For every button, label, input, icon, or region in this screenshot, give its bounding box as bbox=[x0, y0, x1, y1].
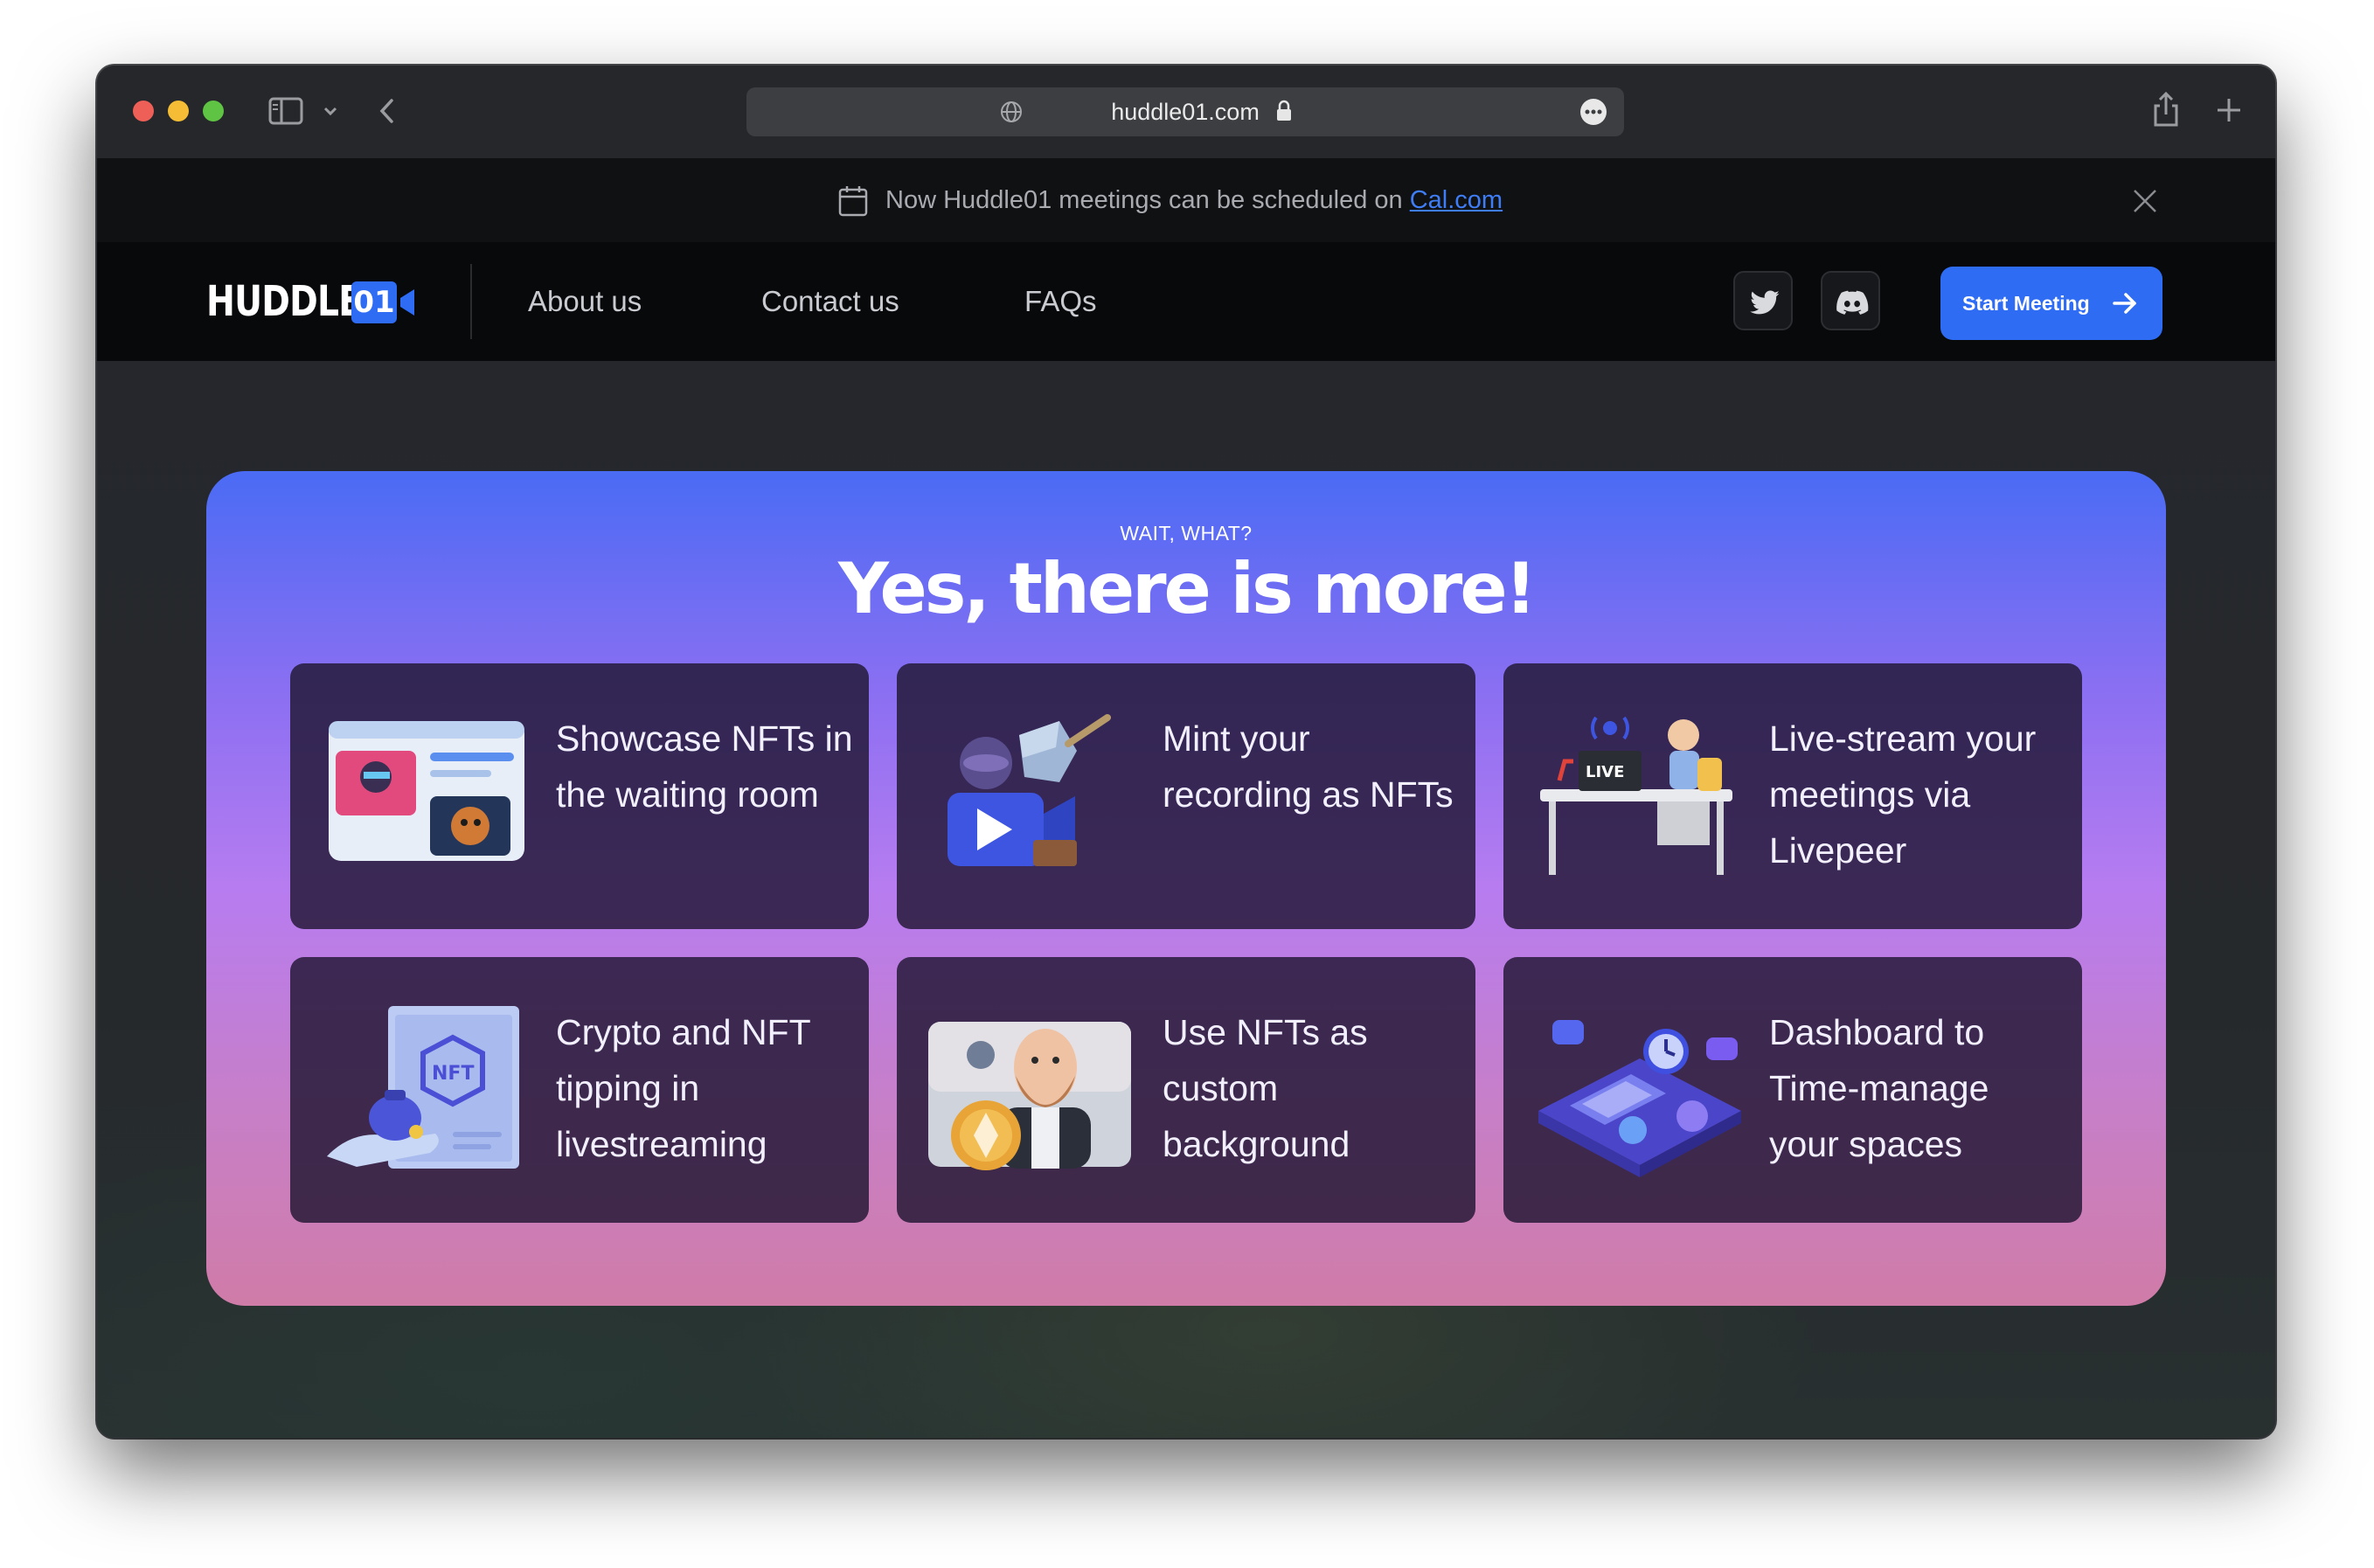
lock-icon bbox=[1277, 100, 1291, 121]
site-navbar: HUDDLE 01 About us Contact us FAQs Start… bbox=[97, 242, 2275, 361]
feature-text: Use NFTs as custom background bbox=[1163, 1012, 1368, 1164]
discord-button[interactable] bbox=[1821, 271, 1880, 330]
more-options-icon[interactable] bbox=[1579, 98, 1607, 126]
new-tab-icon[interactable] bbox=[2216, 97, 2242, 123]
minimize-window-button[interactable] bbox=[168, 101, 189, 121]
section-eyebrow: WAIT, WHAT? bbox=[1120, 522, 1253, 545]
nft-badge-text: NFT bbox=[432, 1063, 474, 1085]
close-icon[interactable] bbox=[2132, 188, 2158, 214]
announcement-message: Now Huddle01 meetings can be scheduled o… bbox=[885, 186, 1410, 214]
camera-icon bbox=[400, 289, 414, 316]
feature-text: Dashboard to Time-manage your spaces bbox=[1769, 1012, 1989, 1164]
share-icon[interactable] bbox=[2150, 90, 2182, 128]
section-headline: Yes, there is more! bbox=[837, 548, 1537, 629]
back-arrow-icon[interactable] bbox=[377, 97, 398, 125]
start-meeting-button[interactable]: Start Meeting bbox=[1940, 267, 2162, 340]
twitter-icon bbox=[1750, 290, 1780, 315]
nav-link-contact-us[interactable]: Contact us bbox=[761, 281, 899, 323]
browser-titlebar: huddle01.com bbox=[97, 66, 2275, 158]
nft-background-illustration bbox=[928, 1022, 1131, 1170]
feature-text: Live-stream your meetings via Livepeer bbox=[1769, 718, 2037, 871]
feature-card[interactable]: Mint your recording as NFTs bbox=[897, 663, 1475, 929]
zoom-window-button[interactable] bbox=[203, 101, 224, 121]
discord-icon bbox=[1836, 290, 1869, 315]
logo-wordmark: HUDDLE bbox=[206, 277, 362, 326]
nav-divider bbox=[470, 264, 472, 339]
announcement-bar: Now Huddle01 meetings can be scheduled o… bbox=[97, 158, 2275, 242]
nft-waiting-room-illustration bbox=[329, 721, 524, 861]
sidebar-toggle-icon[interactable] bbox=[268, 97, 303, 125]
chevron-down-icon[interactable] bbox=[323, 106, 338, 116]
url-text: huddle01.com bbox=[1111, 99, 1260, 125]
live-badge-text: LIVE bbox=[1586, 763, 1624, 781]
feature-card[interactable]: NFT Crypto and NFT tipping in livestream… bbox=[290, 957, 869, 1223]
address-bar[interactable]: huddle01.com bbox=[746, 87, 1624, 136]
calendar-icon bbox=[838, 186, 868, 217]
mint-recording-illustration bbox=[948, 714, 1111, 866]
browser-window: huddle01.com Now Huddle01 meetings can b… bbox=[97, 66, 2275, 1438]
announcement-text: Now Huddle01 meetings can be scheduled o… bbox=[885, 179, 1503, 221]
feature-card[interactable]: Dashboard to Time-manage your spaces bbox=[1503, 957, 2082, 1223]
twitter-button[interactable] bbox=[1733, 271, 1793, 330]
feature-text: Showcase NFTs in the waiting room bbox=[556, 718, 853, 815]
nft-tipping-illustration: NFT bbox=[327, 1006, 519, 1169]
livestream-desk-illustration: LIVE bbox=[1540, 716, 1732, 875]
dashboard-illustration bbox=[1538, 1020, 1741, 1177]
feature-card[interactable]: Use NFTs as custom background bbox=[897, 957, 1475, 1223]
nav-link-faqs[interactable]: FAQs bbox=[1024, 281, 1097, 323]
logo-number-badge: 01 bbox=[351, 281, 397, 323]
main-content: WAIT, WHAT? Yes, there is more! Showcase… bbox=[97, 361, 2275, 1438]
close-window-button[interactable] bbox=[133, 101, 154, 121]
cal-com-link[interactable]: Cal.com bbox=[1410, 186, 1503, 214]
feature-text: Crypto and NFT tipping in livestreaming bbox=[556, 1012, 810, 1164]
feature-text: Mint your recording as NFTs bbox=[1163, 718, 1454, 815]
start-meeting-label: Start Meeting bbox=[1962, 292, 2090, 315]
arrow-right-icon bbox=[2113, 293, 2136, 314]
feature-card[interactable]: Showcase NFTs in the waiting room bbox=[290, 663, 869, 929]
feature-card[interactable]: LIVE Live-stream your meetings via Livep… bbox=[1503, 663, 2082, 929]
nav-link-about-us[interactable]: About us bbox=[528, 281, 642, 323]
features-panel: WAIT, WHAT? Yes, there is more! Showcase… bbox=[206, 471, 2166, 1306]
